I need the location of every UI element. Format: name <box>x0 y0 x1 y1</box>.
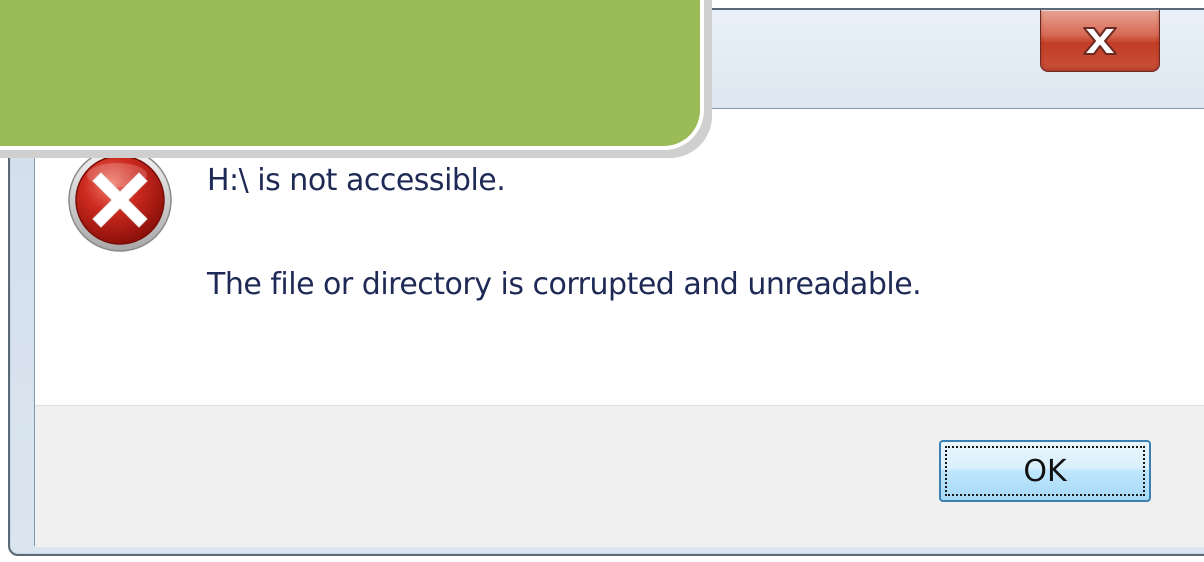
green-callout-overlay <box>0 0 704 150</box>
screenshot-stage: H:\ is not accessible. The file or direc… <box>0 0 1204 562</box>
dialog-client-area: H:\ is not accessible. The file or direc… <box>34 108 1204 547</box>
button-area: OK <box>35 405 1204 547</box>
ok-button[interactable]: OK <box>939 440 1151 502</box>
close-button[interactable] <box>1040 10 1160 72</box>
message-detail: The file or directory is corrupted and u… <box>207 267 922 302</box>
ok-button-label: OK <box>1023 453 1067 489</box>
close-icon <box>1083 26 1117 55</box>
message-title: H:\ is not accessible. <box>207 163 506 198</box>
error-icon <box>68 148 172 252</box>
